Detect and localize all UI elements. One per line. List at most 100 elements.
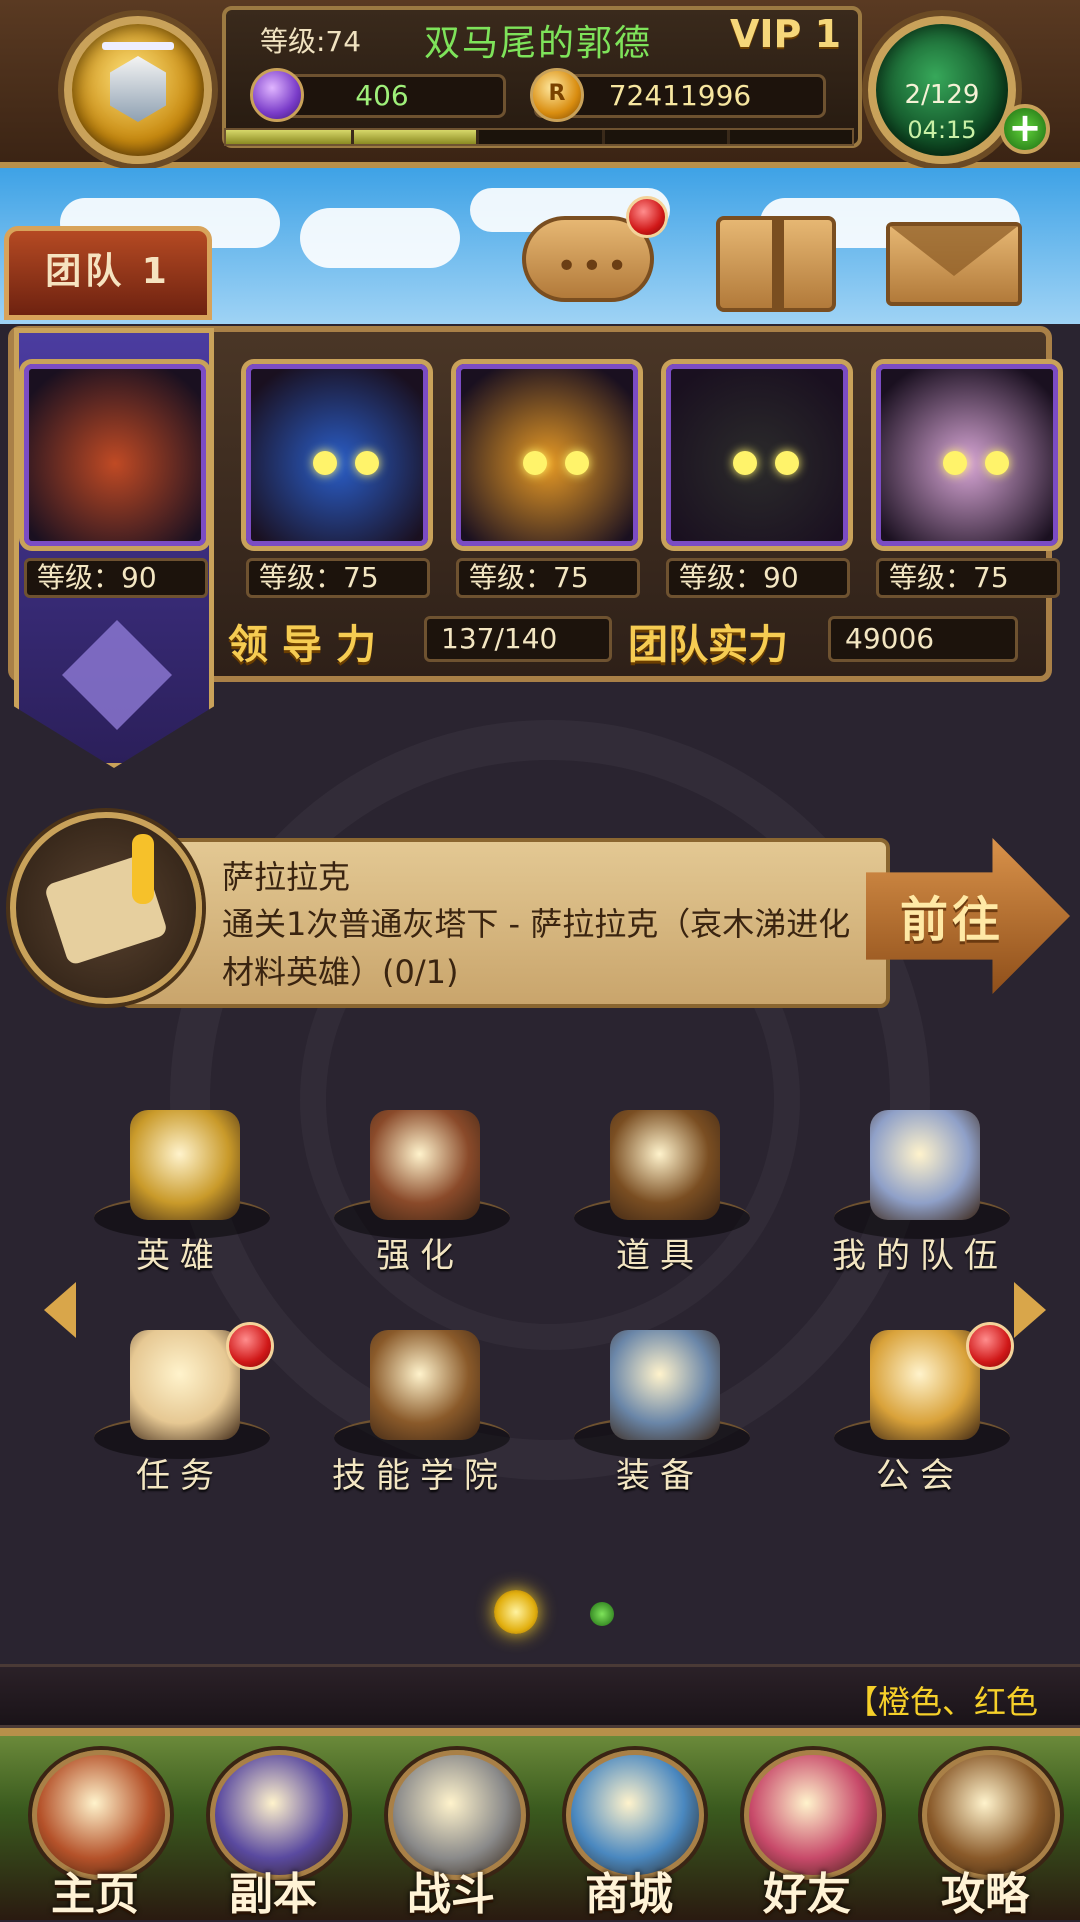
hero-portrait[interactable] [456,364,638,546]
hero-portrait[interactable] [876,364,1058,546]
hero-level-box: 等级：75 [876,558,1060,598]
envelope-icon [890,226,1018,276]
player-name: 双马尾的郭德 [424,23,653,64]
hero-card-icon [130,1110,240,1220]
hero-portrait[interactable] [666,364,848,546]
menu-label: 英雄 [136,1236,224,1276]
menu-label: 道具 [616,1236,704,1276]
nav-item[interactable]: 副本 [188,1736,358,1920]
leadership-value: 137/140 [424,616,612,662]
hero-level-label: 等级： [889,561,974,594]
menu-label: 我的队伍 [832,1236,1008,1276]
notification-dot [966,1322,1014,1370]
stamina-orb[interactable]: 2/129 04:15 [868,16,1016,164]
hero-level-label: 等级： [37,561,122,594]
exp-divider [601,130,605,144]
ticker-text: 【橙色、红色 [846,1683,1039,1721]
cloud [300,208,460,268]
nav-label: 商城 [585,1869,673,1920]
mail-button[interactable] [886,222,1022,306]
hero-level-value: 75 [343,561,379,594]
player-level: 等级:74 [260,25,362,58]
gift-icon [772,220,784,308]
menu-label: 装备 [616,1456,704,1496]
arrow-left-icon[interactable] [44,1282,76,1338]
nav-label: 战斗 [407,1869,495,1920]
menu-label: 公会 [876,1456,964,1496]
menu-item[interactable]: 英雄 [80,1110,280,1300]
nav-item[interactable]: 战斗 [366,1736,536,1920]
hero-level-value: 90 [121,561,157,594]
backpack-icon [610,1110,720,1220]
vip-badge[interactable]: VIP 1 [730,12,841,56]
hero-eye [775,451,799,475]
hero-level-box: 等级：90 [24,558,208,598]
page-indicator[interactable] [590,1602,614,1626]
menu-item[interactable]: 我的队伍 [820,1110,1020,1300]
rank-bar-decoration [102,42,174,50]
notification-dot [626,196,668,238]
menu-item[interactable]: 技能学院 [320,1330,520,1520]
arrow-right-icon[interactable] [1014,1282,1046,1338]
quest-description: 通关1次普通灰塔下 - 萨拉拉克（哀木涕进化材料英雄）(0/1) [222,905,851,991]
rank-badge-icon[interactable] [64,16,212,164]
stamina-count: 2/129 [904,80,980,110]
hero-eye [565,451,589,475]
menu-label: 强化 [376,1236,464,1276]
exp-divider [476,130,480,144]
menu-label: 任务 [136,1456,224,1496]
nav-label: 好友 [763,1869,851,1920]
page-indicator-active[interactable] [494,1590,538,1634]
quest-title: 萨拉拉克 [222,858,351,896]
hero-level-label: 等级： [679,561,764,594]
exclamation-icon [132,834,154,904]
hero-eye [523,451,547,475]
forge-icon [370,1110,480,1220]
team-power-value: 49006 [828,616,1018,662]
hero-portrait[interactable] [246,364,428,546]
hero-level-value: 75 [553,561,589,594]
hero-eye [985,451,1009,475]
hero-portrait[interactable] [24,364,206,546]
hero-face-icon [881,369,1053,541]
menu-label: 技能学院 [332,1456,508,1496]
nav-item[interactable]: 好友 [722,1736,892,1920]
quest-scroll-icon [10,812,202,1004]
spellbook-icon [370,1330,480,1440]
add-stamina-button[interactable]: + [1000,104,1050,154]
hero-level-box: 等级：75 [246,558,430,598]
stamina-timer: 04:15 [907,116,977,144]
menu-item[interactable]: 任务 [80,1322,280,1520]
nav-item[interactable]: 主页 [10,1736,180,1920]
hero-level-label: 等级： [259,561,344,594]
gem-icon [250,68,304,122]
team-power-label: 团队实力 [628,622,788,668]
scroll-quest-icon [130,1330,240,1440]
crossed-swords-icon [870,1110,980,1220]
menu-item[interactable]: 装备 [560,1330,760,1520]
hero-eye [355,451,379,475]
menu-item[interactable]: 公会 [820,1322,1020,1520]
gift-button[interactable] [716,216,836,312]
team-tab[interactable]: 团队 1 [4,226,212,320]
guild-shield-icon [870,1330,980,1440]
menu-item[interactable]: 道具 [560,1110,760,1300]
menu-item[interactable]: 强化 [320,1110,520,1300]
hero-eye [313,451,337,475]
hero-level-box: 等级：90 [666,558,850,598]
hero-face-icon [461,369,633,541]
goto-label: 前往 [900,892,1005,948]
nav-label: 攻略 [941,1869,1029,1920]
hero-face-icon [251,369,423,541]
hero-level-value: 75 [973,561,1009,594]
nav-item[interactable]: 攻略 [900,1736,1070,1920]
leadership-label: 领导力 [228,622,390,668]
exp-divider [351,130,355,144]
hero-level-box: 等级：75 [456,558,640,598]
experience-bar [224,128,854,146]
announcement-ticker: 【橙色、红色 [0,1664,1080,1728]
exp-divider [726,130,730,144]
nav-label: 副本 [229,1869,317,1920]
nav-item[interactable]: 商城 [544,1736,714,1920]
hero-face-icon [671,369,843,541]
